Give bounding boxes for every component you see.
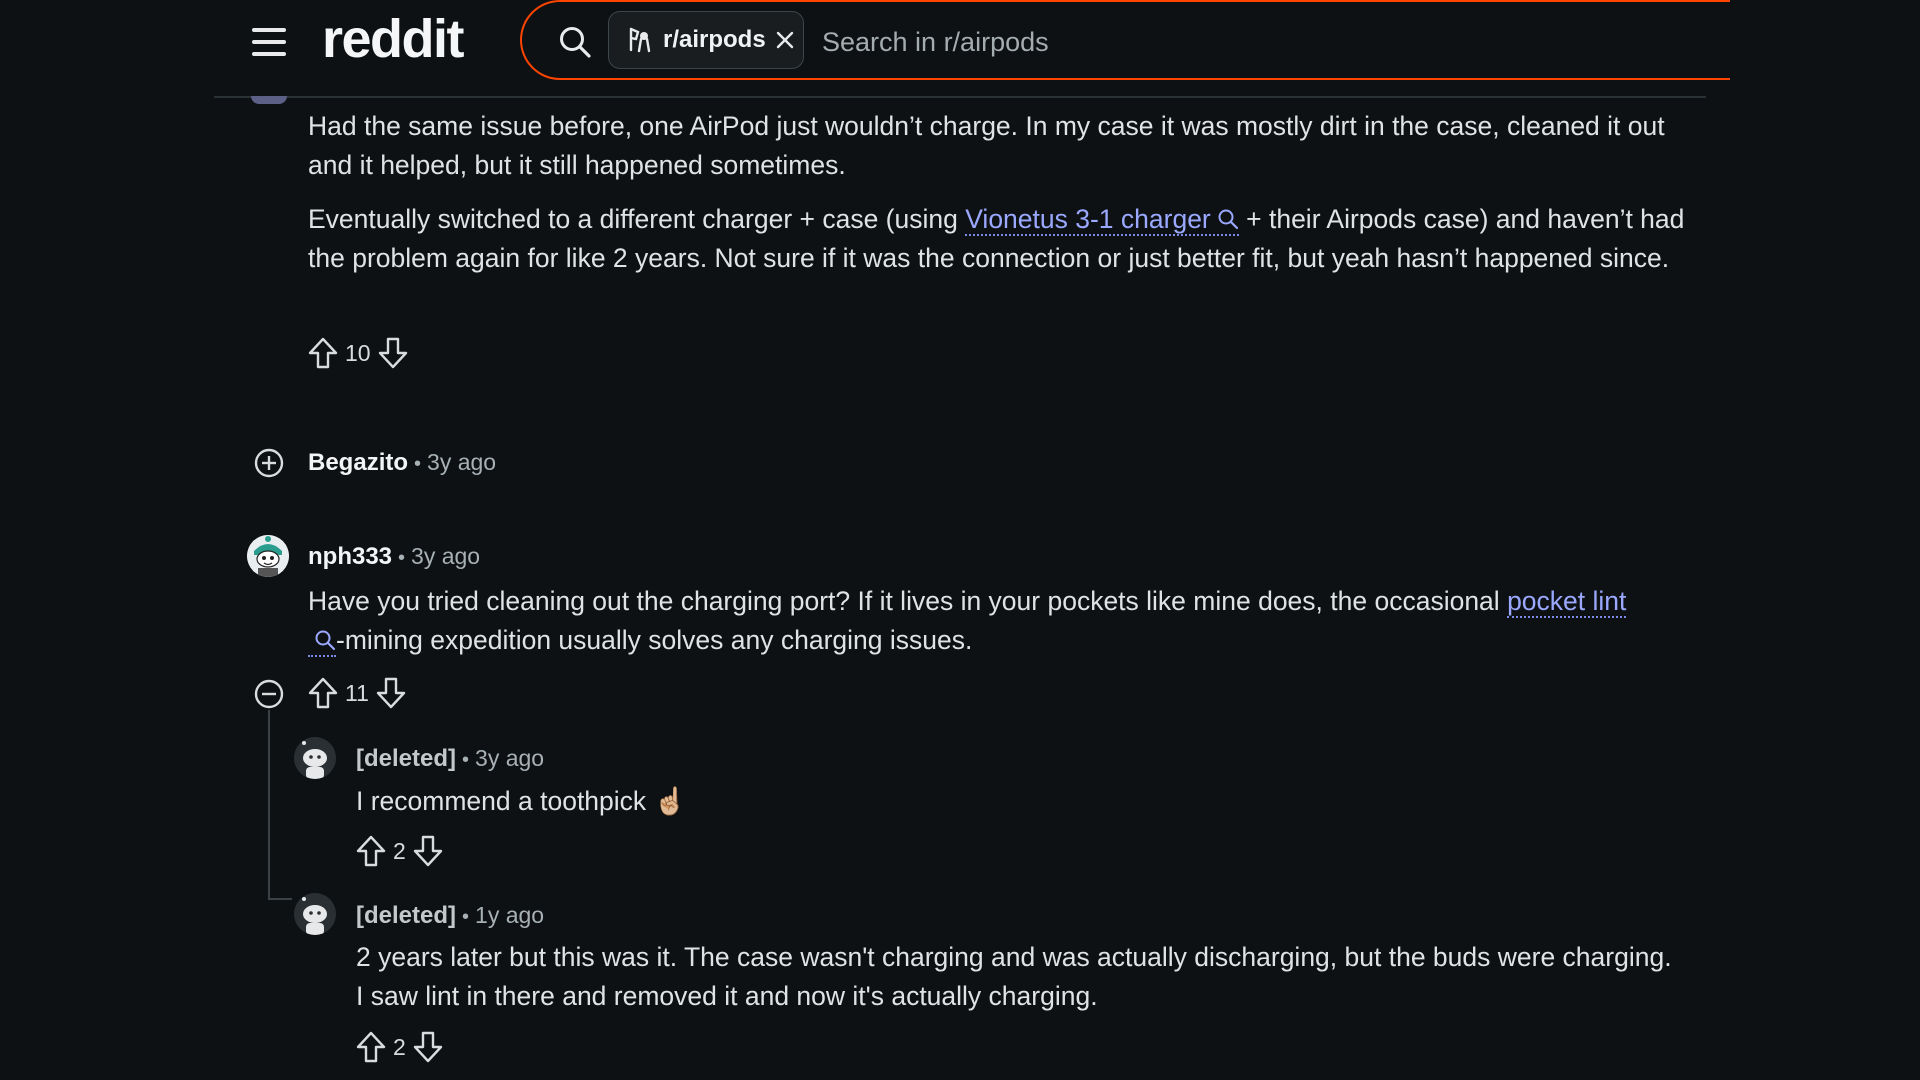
vote-count: 2: [393, 837, 406, 864]
comment-paragraph: Eventually switched to a different charg…: [308, 204, 1685, 273]
avatar[interactable]: [294, 893, 336, 935]
vote-bar: 10: [307, 336, 409, 370]
close-icon[interactable]: [776, 31, 794, 49]
collapse-thread-icon[interactable]: [253, 678, 285, 710]
comment-header: nph333 • 3y ago: [308, 543, 481, 570]
search-input[interactable]: [820, 16, 1704, 68]
search-icon: [1218, 209, 1238, 230]
snoo-avatar-icon: [247, 535, 289, 577]
vote-bar: 2: [355, 1030, 444, 1064]
vote-count: 11: [345, 679, 369, 706]
upvote-icon[interactable]: [307, 676, 339, 710]
author-name: [deleted]: [356, 745, 457, 772]
subreddit-filter-chip[interactable]: r/airpods: [608, 11, 804, 69]
timestamp[interactable]: 3y ago: [427, 449, 496, 475]
upvote-icon[interactable]: [307, 336, 339, 370]
search-link-vionetus[interactable]: Vionetus 3-1 charger: [965, 204, 1239, 236]
subreddit-chip-label: r/airpods: [663, 26, 766, 53]
top-bar: reddit r/airpods: [214, 0, 1730, 98]
author-name[interactable]: Begazito: [308, 449, 408, 476]
comment-body: Have you tried cleaning out the charging…: [308, 586, 1627, 657]
hamburger-menu-icon[interactable]: [252, 25, 286, 59]
expand-thread-icon[interactable]: [253, 447, 285, 479]
subreddit-avatar-icon: [629, 27, 651, 53]
timestamp[interactable]: 1y ago: [475, 902, 544, 928]
vote-bar: 11: [307, 676, 407, 710]
downvote-icon[interactable]: [377, 336, 409, 370]
avatar[interactable]: [247, 535, 289, 577]
search-bar[interactable]: r/airpods: [520, 0, 1730, 80]
timestamp[interactable]: 3y ago: [475, 745, 544, 771]
search-icon: [315, 630, 336, 651]
vote-count: 2: [393, 1033, 406, 1060]
deleted-user-avatar-icon: [294, 893, 336, 935]
downvote-icon[interactable]: [412, 1030, 444, 1064]
avatar[interactable]: [294, 737, 336, 779]
vote-bar: 2: [355, 834, 444, 868]
comment-header: Begazito • 3y ago: [308, 449, 497, 476]
comment-header: [deleted] • 3y ago: [356, 745, 545, 772]
author-name[interactable]: nph333: [308, 543, 392, 570]
comment-header: [deleted] • 1y ago: [356, 902, 545, 929]
upvote-icon[interactable]: [355, 1030, 387, 1064]
downvote-icon[interactable]: [375, 676, 407, 710]
deleted-user-avatar-icon: [294, 737, 336, 779]
comment-paragraph: Had the same issue before, one AirPod ju…: [308, 111, 1665, 180]
thread-line-branch: [268, 898, 292, 900]
comment-body: Had the same issue before, one AirPod ju…: [308, 107, 1688, 278]
downvote-icon[interactable]: [412, 834, 444, 868]
reddit-logo[interactable]: reddit: [322, 8, 465, 70]
partial-avatar: [251, 96, 287, 104]
comment-body: 2 years later but this was it. The case …: [356, 942, 1672, 1011]
comment-body: I recommend a toothpick ☝🏼: [356, 786, 687, 816]
timestamp[interactable]: 3y ago: [411, 543, 480, 569]
search-icon: [560, 27, 591, 58]
vote-count: 10: [345, 339, 371, 366]
upvote-icon[interactable]: [355, 834, 387, 868]
thread-line[interactable]: [268, 710, 270, 900]
author-name: [deleted]: [356, 902, 457, 929]
